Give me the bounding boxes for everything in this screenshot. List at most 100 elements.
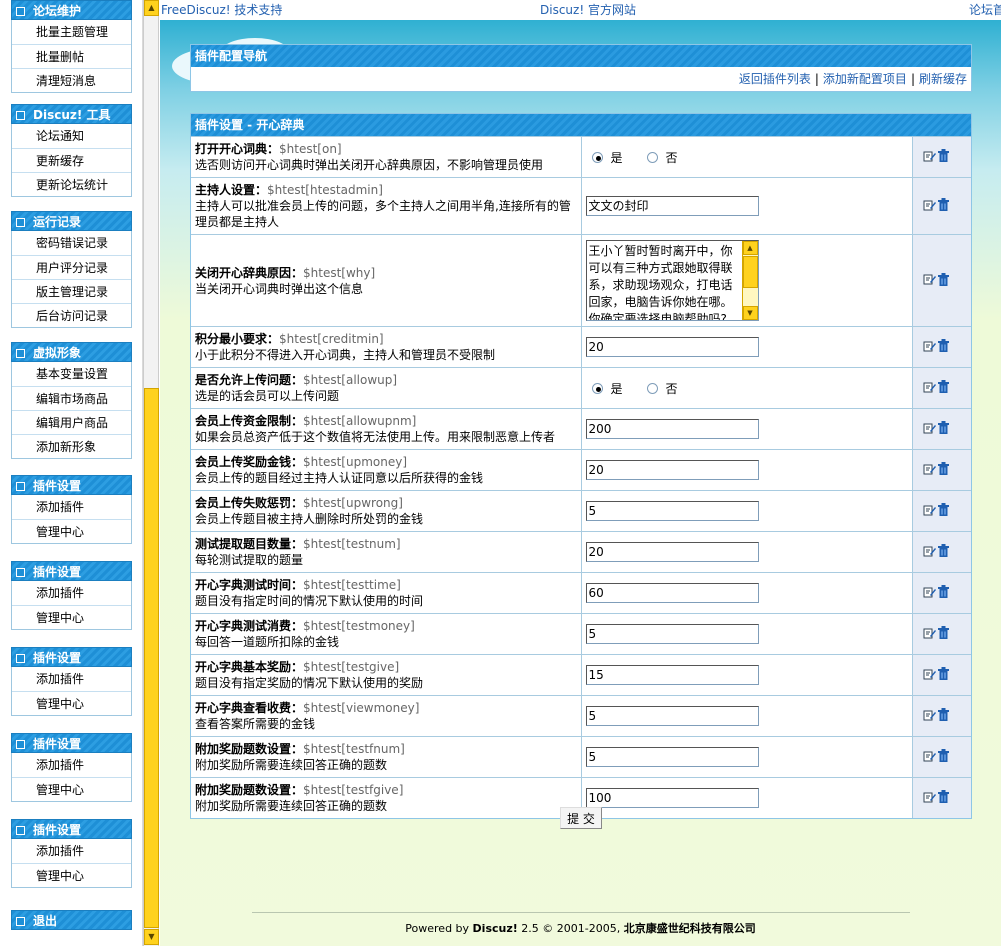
setting-input[interactable]: 5 [585,624,759,644]
sidebar-item[interactable]: 管理中心 [12,519,131,543]
sidebar-item[interactable]: 添加插件 [12,753,131,777]
scroll-down-arrow-icon[interactable]: ▼ [742,306,758,320]
setting-input[interactable]: 20 [585,337,759,357]
sidebar-item[interactable]: 管理中心 [12,777,131,801]
textarea-scrollbar[interactable]: ▲ ▼ [741,241,758,320]
forum-home-link[interactable]: 论坛首 [969,0,1001,20]
sidebar-item[interactable]: 基本变量设置 [12,362,131,386]
sidebar-item[interactable]: 用户评分记录 [12,255,131,279]
trash-icon[interactable] [938,380,949,396]
trash-icon[interactable] [938,421,949,437]
edit-icon[interactable] [923,463,936,478]
radio-no[interactable] [646,151,658,163]
frame-scrollbar[interactable]: ▲ ▼ [143,0,159,946]
scroll-thumb[interactable] [742,256,758,288]
scroll-thumb[interactable] [144,388,159,928]
radio-yes-option[interactable]: 是 [591,382,623,396]
sidebar-group-title[interactable]: 论坛维护 [11,0,132,20]
trash-icon[interactable] [938,272,949,289]
sidebar-group-title[interactable]: 插件设置 [11,819,132,839]
setting-input[interactable]: 5 [585,747,759,767]
sidebar-group-title[interactable]: 运行记录 [11,211,132,231]
trash-icon[interactable] [938,198,949,214]
radio-no-option[interactable]: 否 [646,151,678,165]
add-config-item-link[interactable]: 添加新配置项目 [823,72,907,86]
sidebar-item[interactable]: 管理中心 [12,691,131,715]
edit-icon[interactable] [923,750,936,765]
setting-input[interactable]: 60 [585,583,759,603]
sidebar-item[interactable]: 编辑用户商品 [12,410,131,434]
scroll-down-arrow-icon[interactable]: ▼ [144,929,159,945]
support-link[interactable]: FreeDiscuz! 技术支持 [161,0,282,20]
trash-icon[interactable] [938,462,949,478]
sidebar-group-title[interactable]: 插件设置 [11,647,132,667]
setting-input[interactable]: 5 [585,501,759,521]
sidebar-group-title[interactable]: 退出 [11,910,132,930]
trash-icon[interactable] [938,339,949,355]
sidebar-item[interactable]: 后台访问记录 [12,303,131,327]
setting-input[interactable]: 20 [585,460,759,480]
sidebar-item[interactable]: 批量删帖 [12,44,131,68]
edit-icon[interactable] [923,199,936,214]
refresh-cache-link[interactable]: 刷新缓存 [919,72,967,86]
radio-yes[interactable] [591,382,603,394]
sidebar-group-title[interactable]: 插件设置 [11,475,132,495]
edit-icon[interactable] [923,273,936,288]
edit-icon[interactable] [923,504,936,519]
sidebar-item[interactable]: 添加插件 [12,839,131,863]
trash-icon[interactable] [938,626,949,642]
sidebar-group-title[interactable]: 插件设置 [11,733,132,753]
trash-icon[interactable] [938,667,949,683]
official-site-link[interactable]: Discuz! 官方网站 [540,0,636,20]
submit-button[interactable]: 提 交 [560,807,602,829]
sidebar-group-title[interactable]: Discuz! 工具 [11,104,132,124]
sidebar-item[interactable]: 论坛通知 [12,124,131,148]
sidebar-item[interactable]: 管理中心 [12,605,131,629]
edit-icon[interactable] [923,586,936,601]
sidebar-item[interactable]: 添加新形象 [12,434,131,458]
edit-icon[interactable] [923,627,936,642]
edit-icon[interactable] [923,150,936,165]
setting-input[interactable]: 文文の封印 [585,196,759,216]
edit-icon[interactable] [923,791,936,806]
trash-icon[interactable] [938,544,949,560]
trash-icon[interactable] [938,585,949,601]
radio-yes[interactable] [591,151,603,163]
radio-yes-option[interactable]: 是 [591,151,623,165]
sidebar-item[interactable]: 更新论坛统计 [12,172,131,196]
sidebar-item[interactable]: 添加插件 [12,495,131,519]
sidebar-group-title[interactable]: 虚拟形象 [11,342,132,362]
setting-input[interactable]: 100 [585,788,759,808]
radio-no-option[interactable]: 否 [646,382,678,396]
edit-icon[interactable] [923,668,936,683]
setting-input[interactable]: 20 [585,542,759,562]
trash-icon[interactable] [938,708,949,724]
back-to-plugin-list-link[interactable]: 返回插件列表 [739,72,811,86]
sidebar-item[interactable]: 管理中心 [12,863,131,887]
setting-textarea[interactable]: 王小丫暂时暂时离开中，你可以有三种方式跟她取得联系，求助现场观众，打电话回家，电… [585,240,759,321]
sidebar-item[interactable]: 添加插件 [12,667,131,691]
trash-icon[interactable] [938,749,949,765]
setting-input[interactable]: 200 [585,419,759,439]
sidebar-item[interactable]: 批量主题管理 [12,20,131,44]
edit-icon[interactable] [923,709,936,724]
sidebar-item[interactable]: 编辑市场商品 [12,386,131,410]
scroll-up-arrow-icon[interactable]: ▲ [144,0,159,16]
setting-input[interactable]: 15 [585,665,759,685]
setting-input[interactable]: 5 [585,706,759,726]
sidebar-item[interactable]: 添加插件 [12,581,131,605]
sidebar-item[interactable]: 密码错误记录 [12,231,131,255]
radio-no[interactable] [646,382,658,394]
sidebar-item[interactable]: 清理短消息 [12,68,131,92]
edit-icon[interactable] [923,381,936,396]
scroll-up-arrow-icon[interactable]: ▲ [742,241,758,255]
sidebar-item[interactable]: 更新缓存 [12,148,131,172]
trash-icon[interactable] [938,790,949,806]
sidebar-item[interactable]: 版主管理记录 [12,279,131,303]
trash-icon[interactable] [938,503,949,519]
edit-icon[interactable] [923,545,936,560]
edit-icon[interactable] [923,340,936,355]
trash-icon[interactable] [938,149,949,165]
edit-icon[interactable] [923,422,936,437]
sidebar-group-title[interactable]: 插件设置 [11,561,132,581]
